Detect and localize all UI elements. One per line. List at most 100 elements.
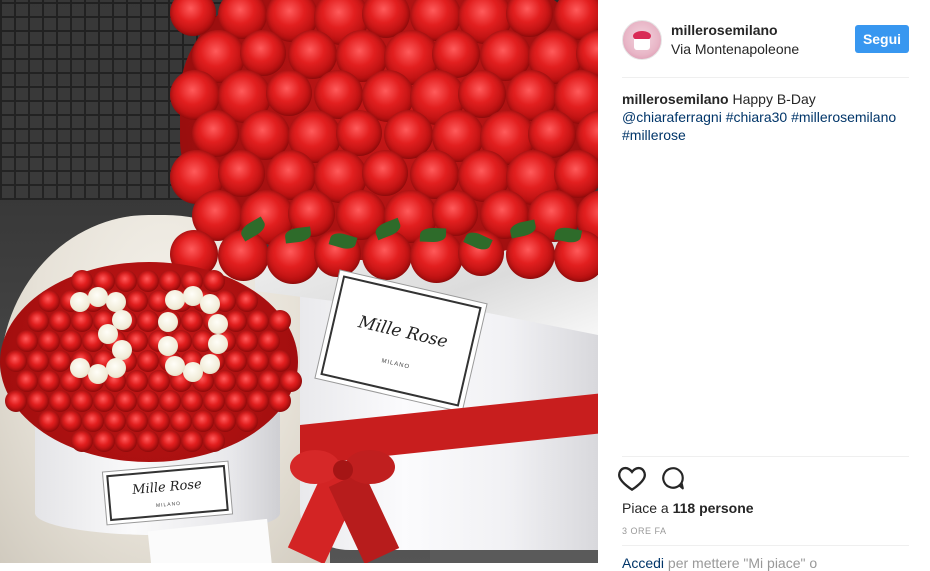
red-rose (159, 390, 181, 412)
red-rose (71, 270, 93, 292)
small-box-city: MILANO (155, 500, 182, 510)
caption-mention[interactable]: @chiaraferragni (622, 109, 722, 125)
bow-knot (333, 460, 353, 480)
red-rose (203, 390, 225, 412)
big-rose-bouquet (170, 0, 598, 284)
login-prompt-text: per mettere "Mi piace" o (667, 555, 818, 571)
red-rose (137, 350, 159, 372)
red-rose (159, 430, 181, 452)
red-rose (203, 270, 225, 292)
red-rose (82, 410, 104, 432)
red-rose (115, 270, 137, 292)
white-rose (88, 364, 108, 384)
white-rose (112, 340, 132, 360)
red-rose (27, 310, 49, 332)
red-rose (258, 370, 280, 392)
red-rose (181, 310, 203, 332)
white-rose (183, 362, 203, 382)
white-rose (106, 292, 126, 312)
red-rose (269, 310, 291, 332)
avatar[interactable] (622, 20, 662, 60)
white-rose (165, 290, 185, 310)
red-rose (71, 430, 93, 452)
red-rose (115, 390, 137, 412)
white-rose (70, 292, 90, 312)
likes-prefix: Piace a (622, 500, 669, 516)
red-rose (336, 110, 382, 156)
header-divider (622, 77, 909, 78)
red-rose (236, 370, 258, 392)
red-rose (71, 310, 93, 332)
white-rose (208, 314, 228, 334)
red-rose (38, 290, 60, 312)
white-rose (208, 334, 228, 354)
heart-icon[interactable] (618, 465, 648, 493)
white-rose (70, 358, 90, 378)
red-rose (362, 230, 412, 280)
red-rose (137, 430, 159, 452)
red-rose (225, 310, 247, 332)
red-rose (126, 410, 148, 432)
red-rose (236, 410, 258, 432)
red-rose (5, 350, 27, 372)
red-rose (148, 370, 170, 392)
post-photo[interactable]: Mille Rose MILANO Mille Rose MILANO (0, 0, 598, 563)
red-rose (126, 290, 148, 312)
red-rose (214, 410, 236, 432)
red-rose (203, 430, 225, 452)
red-rose (27, 350, 49, 372)
red-rose (5, 390, 27, 412)
red-rose (240, 30, 286, 76)
red-rose (247, 310, 269, 332)
small-rose-arrangement-30 (0, 262, 302, 462)
red-rose (137, 390, 159, 412)
caption-hashtag[interactable]: #millerose (622, 127, 686, 143)
red-rose (236, 330, 258, 352)
caption-hashtag[interactable]: #millerosemilano (791, 109, 896, 125)
follow-button[interactable]: Segui (855, 25, 909, 53)
red-rose (93, 430, 115, 452)
actions-divider (622, 456, 909, 457)
header-location[interactable]: Via Montenapoleone (671, 41, 799, 57)
red-rose (49, 310, 71, 332)
red-rose (38, 410, 60, 432)
login-link[interactable]: Accedi (622, 555, 664, 571)
red-rose (280, 370, 302, 392)
caption-author[interactable]: millerosemilano (622, 91, 729, 107)
red-rose (225, 390, 247, 412)
white-rose (88, 287, 108, 307)
red-rose (60, 330, 82, 352)
post-header: millerosemilano Via Montenapoleone Segui (598, 0, 930, 78)
red-rose (247, 350, 269, 372)
caption-text: Happy B-Day (732, 91, 816, 107)
red-rose (126, 370, 148, 392)
white-rose (106, 358, 126, 378)
small-box-brand: Mille Rose (131, 477, 203, 499)
likes-number: 118 (672, 500, 696, 516)
red-rose (269, 390, 291, 412)
comment-icon[interactable] (660, 465, 690, 493)
red-rose (60, 410, 82, 432)
red-rose (137, 270, 159, 292)
big-box-brand: Mille Rose (356, 312, 450, 353)
red-rose (258, 330, 280, 352)
red-rose (137, 310, 159, 332)
red-rose (27, 390, 49, 412)
red-rose (362, 150, 408, 196)
red-rose (49, 390, 71, 412)
header-username[interactable]: millerosemilano (671, 22, 778, 38)
red-rose (16, 330, 38, 352)
likes-count[interactable]: Piace a 118 persone (622, 500, 754, 516)
post-timestamp[interactable]: 3 ORE FA (622, 526, 667, 536)
red-rose (159, 270, 181, 292)
red-rose (93, 390, 115, 412)
red-rose (247, 390, 269, 412)
red-rose (225, 350, 247, 372)
caption-hashtag[interactable]: #chiara30 (726, 109, 788, 125)
red-rose (236, 290, 258, 312)
red-rose (181, 390, 203, 412)
white-rose (165, 356, 185, 376)
avatar-box (634, 39, 650, 50)
red-rose (192, 410, 214, 432)
red-rose (218, 150, 265, 197)
